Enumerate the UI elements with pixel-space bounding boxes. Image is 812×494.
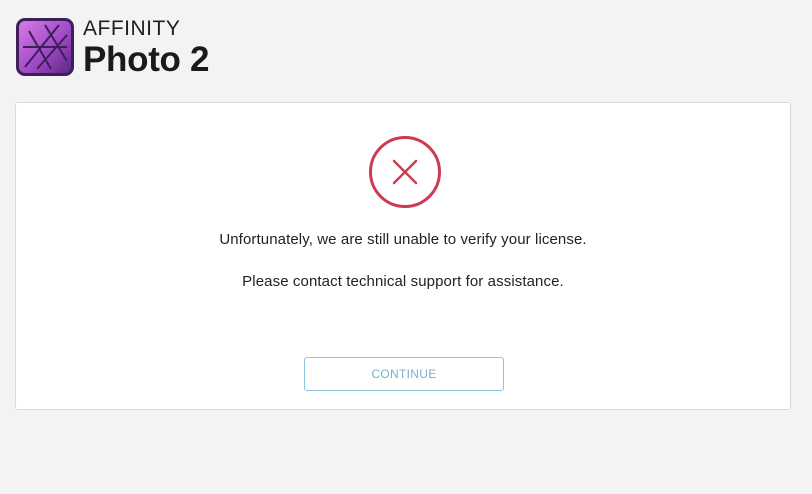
error-x-icon	[369, 136, 441, 208]
app-logo: AFFINITY Photo 2	[15, 17, 210, 79]
license-error-panel: Unfortunately, we are still unable to ve…	[15, 102, 791, 410]
affinity-photo-icon	[16, 18, 74, 76]
continue-button[interactable]: CONTINUE	[304, 357, 504, 391]
brand-name: AFFINITY	[83, 17, 181, 40]
error-message: Unfortunately, we are still unable to ve…	[219, 231, 587, 248]
support-message: Please contact technical support for ass…	[242, 273, 564, 290]
product-name: Photo 2	[83, 40, 210, 79]
